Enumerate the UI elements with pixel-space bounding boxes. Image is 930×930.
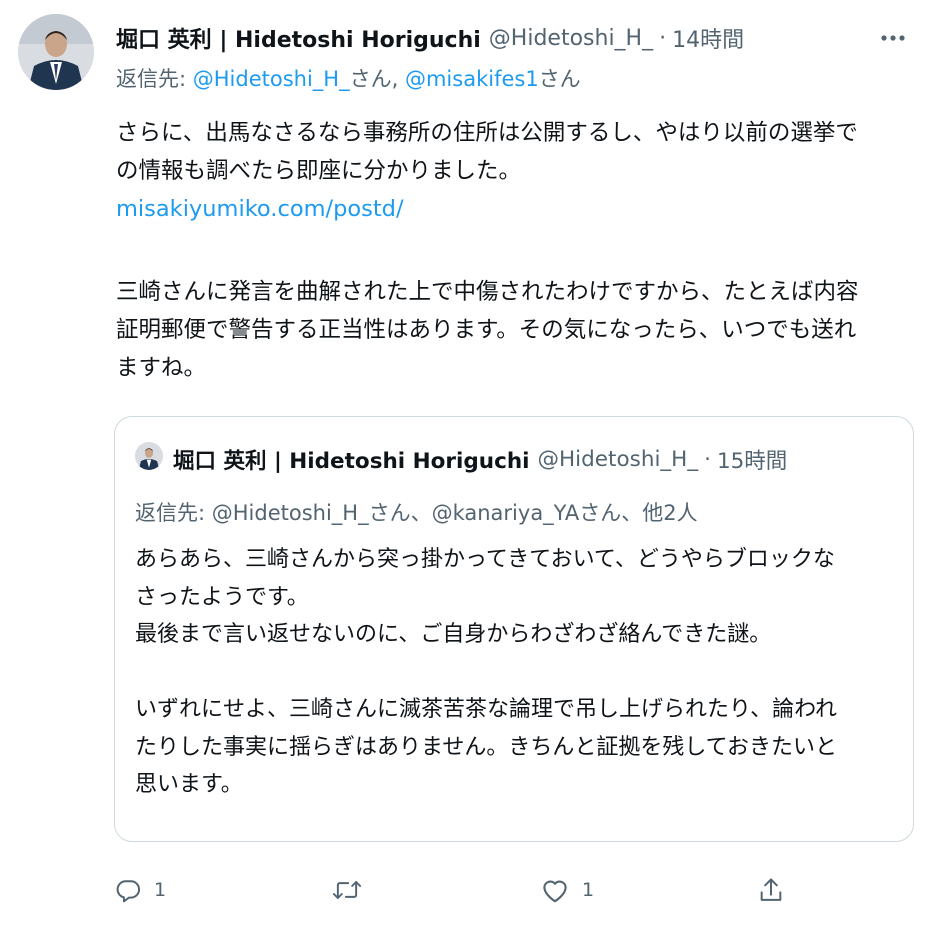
replying-prefix: 返信先: — [116, 67, 193, 91]
author-handle[interactable]: @Hidetoshi_H_ — [489, 26, 653, 51]
author-display-name[interactable]: 堀口 英利 | Hidetoshi Horiguchi — [116, 22, 481, 54]
quoted-text-line: さったようです。 — [135, 584, 309, 610]
tweet-text-line: 証明郵便で警告する正当性はあります。その気になったら、いつでも送れ — [116, 317, 857, 343]
profile-photo-icon — [18, 14, 94, 90]
quoted-tweet[interactable]: 堀口 英利 | Hidetoshi Horiguchi @Hidetoshi_H… — [114, 416, 914, 842]
quoted-text-line: あらあら、三崎さんから突っ掛かってきておいて、どうやらブロックな — [135, 547, 835, 572]
quoted-replying-to: 返信先: @Hidetoshi_H_さん、@kanariya_YAさん、他2人 — [135, 501, 698, 525]
separator-dot: · — [659, 25, 667, 51]
heart-icon — [543, 880, 567, 903]
like-button[interactable]: 1 — [540, 870, 594, 910]
tweet-timestamp[interactable]: 14時間 — [672, 22, 744, 54]
reply-count: 1 — [154, 879, 167, 901]
mention-link[interactable]: @misakifes1 — [405, 67, 539, 91]
tweet-text-line: さらに、出馬なさるなら事務所の住所は公開するし、やはり以前の選挙で — [116, 120, 858, 146]
replying-suffix: さん — [538, 67, 581, 91]
tweet-text-line: ますね。 — [116, 355, 207, 381]
tweet-text-line: 三崎さんに発言を曲解された上で中傷されたわけですから、たとえば内容 — [116, 279, 859, 305]
quoted-text-line: いずれにせよ、三崎さんに滅茶苦茶な論理で吊し上げられたり、論われ — [135, 697, 838, 722]
quoted-author-avatar — [135, 442, 163, 470]
quoted-text-line: 最後まで言い返せないのに、ご自身からわざわざ絡んできた謎。 — [135, 622, 772, 647]
quoted-tweet-timestamp: 15時間 — [716, 448, 788, 474]
replying-suffix: さん, — [349, 67, 405, 91]
profile-photo-icon — [135, 442, 163, 470]
action-bar: 1 1 — [0, 870, 930, 910]
tweet-header: 堀口 英利 | Hidetoshi Horiguchi @Hidetoshi_H… — [116, 18, 910, 58]
share-icon — [760, 878, 782, 901]
replying-to: 返信先: @Hidetoshi_H_さん, @misakifes1さん — [116, 63, 581, 93]
share-button[interactable] — [758, 870, 784, 910]
tweet-url-link[interactable]: misakiyumiko.com/postd/ — [116, 196, 404, 222]
separator-dot: · — [704, 446, 711, 472]
more-horizontal-icon[interactable] — [876, 26, 910, 50]
tweet-text-line: の情報も調べたら即座に分かりました。 — [116, 158, 522, 184]
mention-link[interactable]: @Hidetoshi_H_ — [193, 67, 350, 91]
reply-button[interactable]: 1 — [114, 870, 166, 910]
quoted-author-handle: @Hidetoshi_H_ — [537, 446, 699, 472]
author-avatar[interactable] — [18, 14, 94, 90]
tweet-text: さらに、出馬なさるなら事務所の住所は公開するし、やはり以前の選挙で の情報も調べ… — [116, 114, 916, 387]
retweet-button[interactable] — [331, 870, 363, 910]
quoted-tweet-header: 堀口 英利 | Hidetoshi Horiguchi @Hidetoshi_H… — [173, 445, 788, 474]
quoted-tweet-text: あらあら、三崎さんから突っ掛かってきておいて、どうやらブロックな さったようです… — [135, 541, 905, 804]
reply-icon — [116, 880, 140, 903]
quoted-text-line: 思います。 — [135, 772, 243, 797]
quoted-text-line: たりした事実に揺らぎはありません。きちんと証拠を残しておきたいと — [135, 734, 838, 760]
retweet-icon — [332, 881, 362, 899]
like-count: 1 — [582, 879, 595, 901]
quoted-author-display-name: 堀口 英利 | Hidetoshi Horiguchi — [173, 448, 530, 474]
